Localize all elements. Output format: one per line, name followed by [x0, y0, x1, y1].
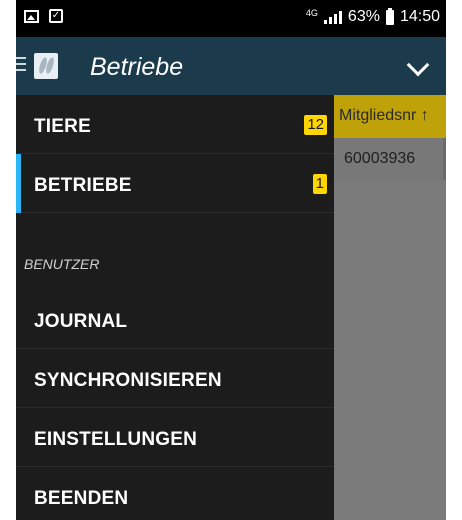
drawer-item-label: JOURNAL [34, 311, 128, 332]
status-bar: ✓ 4G 63% 14:50 [16, 0, 446, 37]
drawer-item-betriebe[interactable]: BETRIEBE 1 [16, 154, 334, 213]
count-badge: 12 [304, 115, 327, 135]
app-screen: ✓ 4G 63% 14:50 Betriebe Mitgliedsnr ↑ 60… [16, 0, 446, 520]
drawer-item-synchronisieren[interactable]: SYNCHRONISIEREN [16, 349, 334, 408]
app-bar: Betriebe [16, 37, 446, 95]
app-logo [34, 53, 58, 79]
drawer-item-label: SYNCHRONISIEREN [34, 370, 222, 391]
count-badge: 1 [312, 174, 327, 194]
navigation-drawer: TIERE 12 BETRIEBE 1 BENUTZER JOURNAL SYN… [16, 95, 334, 520]
drawer-item-label: BEENDEN [34, 488, 129, 509]
section-header-benutzer: BENUTZER [24, 256, 100, 272]
signal-icon [323, 10, 342, 24]
checkbox-notification-icon: ✓ [49, 9, 63, 23]
battery-icon [385, 7, 394, 25]
table-row[interactable]: 60003936 [334, 138, 446, 180]
drawer-item-label: TIERE [34, 116, 91, 137]
active-item-indicator [16, 154, 21, 213]
network-type: 4G [305, 7, 318, 18]
drawer-item-tiere[interactable]: TIERE 12 [16, 95, 334, 154]
table-cell-mitgliedsnr: 60003936 [344, 150, 416, 167]
drawer-item-einstellungen[interactable]: EINSTELLUNGEN [16, 408, 334, 467]
page-title: Betriebe [90, 53, 184, 81]
column-header-label: Mitgliedsnr ↑ [339, 107, 429, 124]
drawer-item-journal[interactable]: JOURNAL [16, 290, 334, 349]
menu-icon[interactable] [16, 57, 26, 71]
clock: 14:50 [399, 8, 440, 25]
drawer-item-label: BETRIEBE [34, 175, 132, 196]
table-header-mitgliedsnr[interactable]: Mitgliedsnr ↑ [334, 95, 446, 138]
chevron-down-icon[interactable] [406, 53, 430, 77]
drawer-item-beenden[interactable]: BEENDEN [16, 467, 334, 520]
battery-percent: 63% [347, 8, 380, 25]
drawer-item-label: EINSTELLUNGEN [34, 429, 198, 450]
table-divider [443, 138, 446, 180]
image-notification-icon [24, 9, 39, 23]
